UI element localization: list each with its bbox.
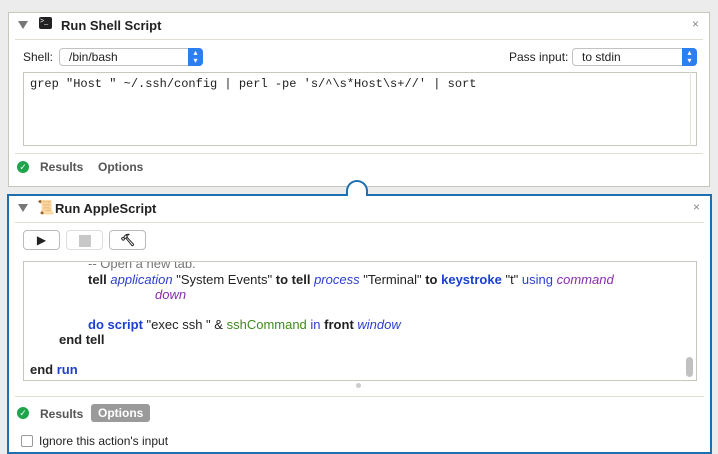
terminal-icon: >_ [39, 17, 52, 29]
action-footer: ✓ Results Options Ignore this action's i… [15, 396, 704, 448]
shell-select[interactable]: /bin/bash ▴ ▾ [59, 48, 203, 66]
scrollbar[interactable] [690, 72, 703, 146]
collapse-triangle-icon[interactable] [18, 21, 28, 29]
results-tab[interactable]: Results [40, 407, 83, 421]
pass-input-label: Pass input: [509, 50, 569, 64]
ignore-input-checkbox[interactable] [21, 435, 33, 447]
script-text: grep "Host " ~/.ssh/config | perl -pe 's… [30, 77, 477, 91]
options-tab[interactable]: Options [91, 404, 151, 422]
resize-handle[interactable] [356, 383, 361, 388]
options-tab[interactable]: Options [98, 160, 143, 174]
action-title: Run AppleScript [55, 201, 157, 216]
close-icon[interactable]: × [692, 17, 699, 31]
shell-script-editor[interactable]: grep "Host " ~/.ssh/config | perl -pe 's… [23, 72, 697, 146]
shell-value: /bin/bash [69, 50, 118, 64]
close-icon[interactable]: × [693, 200, 700, 214]
code-comment: -- Open a new tab. [88, 261, 196, 271]
chevron-updown-icon: ▴ ▾ [188, 48, 203, 66]
success-check-icon: ✓ [17, 161, 29, 173]
connector-icon [346, 180, 368, 196]
collapse-triangle-icon[interactable] [18, 204, 28, 212]
action-header: >_ Run Shell Script × [15, 13, 703, 40]
action-header: 📜 Run AppleScript × [15, 196, 704, 223]
compile-button[interactable]: 🔨︎ [109, 230, 146, 250]
code-line: end run [30, 362, 78, 377]
scrollbar-thumb[interactable] [686, 357, 693, 377]
code-line: down [155, 287, 187, 302]
ignore-input-label: Ignore this action's input [39, 434, 169, 448]
hammer-icon: 🔨︎ [119, 233, 136, 247]
stop-icon [78, 234, 91, 247]
applescript-editor[interactable]: -- Open a new tab. tell application "Sys… [23, 261, 697, 381]
stop-button[interactable] [66, 230, 103, 250]
code-line: tell application "System Events" to tell… [88, 272, 614, 287]
applescript-icon: 📜 [37, 199, 55, 215]
code-line: end tell [59, 332, 105, 347]
chevron-updown-icon: ▴ ▾ [682, 48, 697, 66]
results-tab[interactable]: Results [40, 160, 83, 174]
run-shell-script-action: >_ Run Shell Script × Shell: /bin/bash ▴ ▾… [8, 12, 710, 187]
run-button[interactable]: ▶ [23, 230, 60, 250]
pass-input-value: to stdin [582, 50, 621, 64]
run-applescript-action: 📜 Run AppleScript × ▶ 🔨︎ -- Open a new t… [7, 194, 712, 454]
success-check-icon: ✓ [17, 407, 29, 419]
pass-input-select[interactable]: to stdin ▴ ▾ [572, 48, 697, 66]
code-line: do script "exec ssh " & sshCommand in fr… [88, 317, 401, 332]
action-footer: ✓ Results Options [15, 153, 703, 174]
action-title: Run Shell Script [61, 18, 162, 33]
shell-label: Shell: [23, 50, 54, 64]
